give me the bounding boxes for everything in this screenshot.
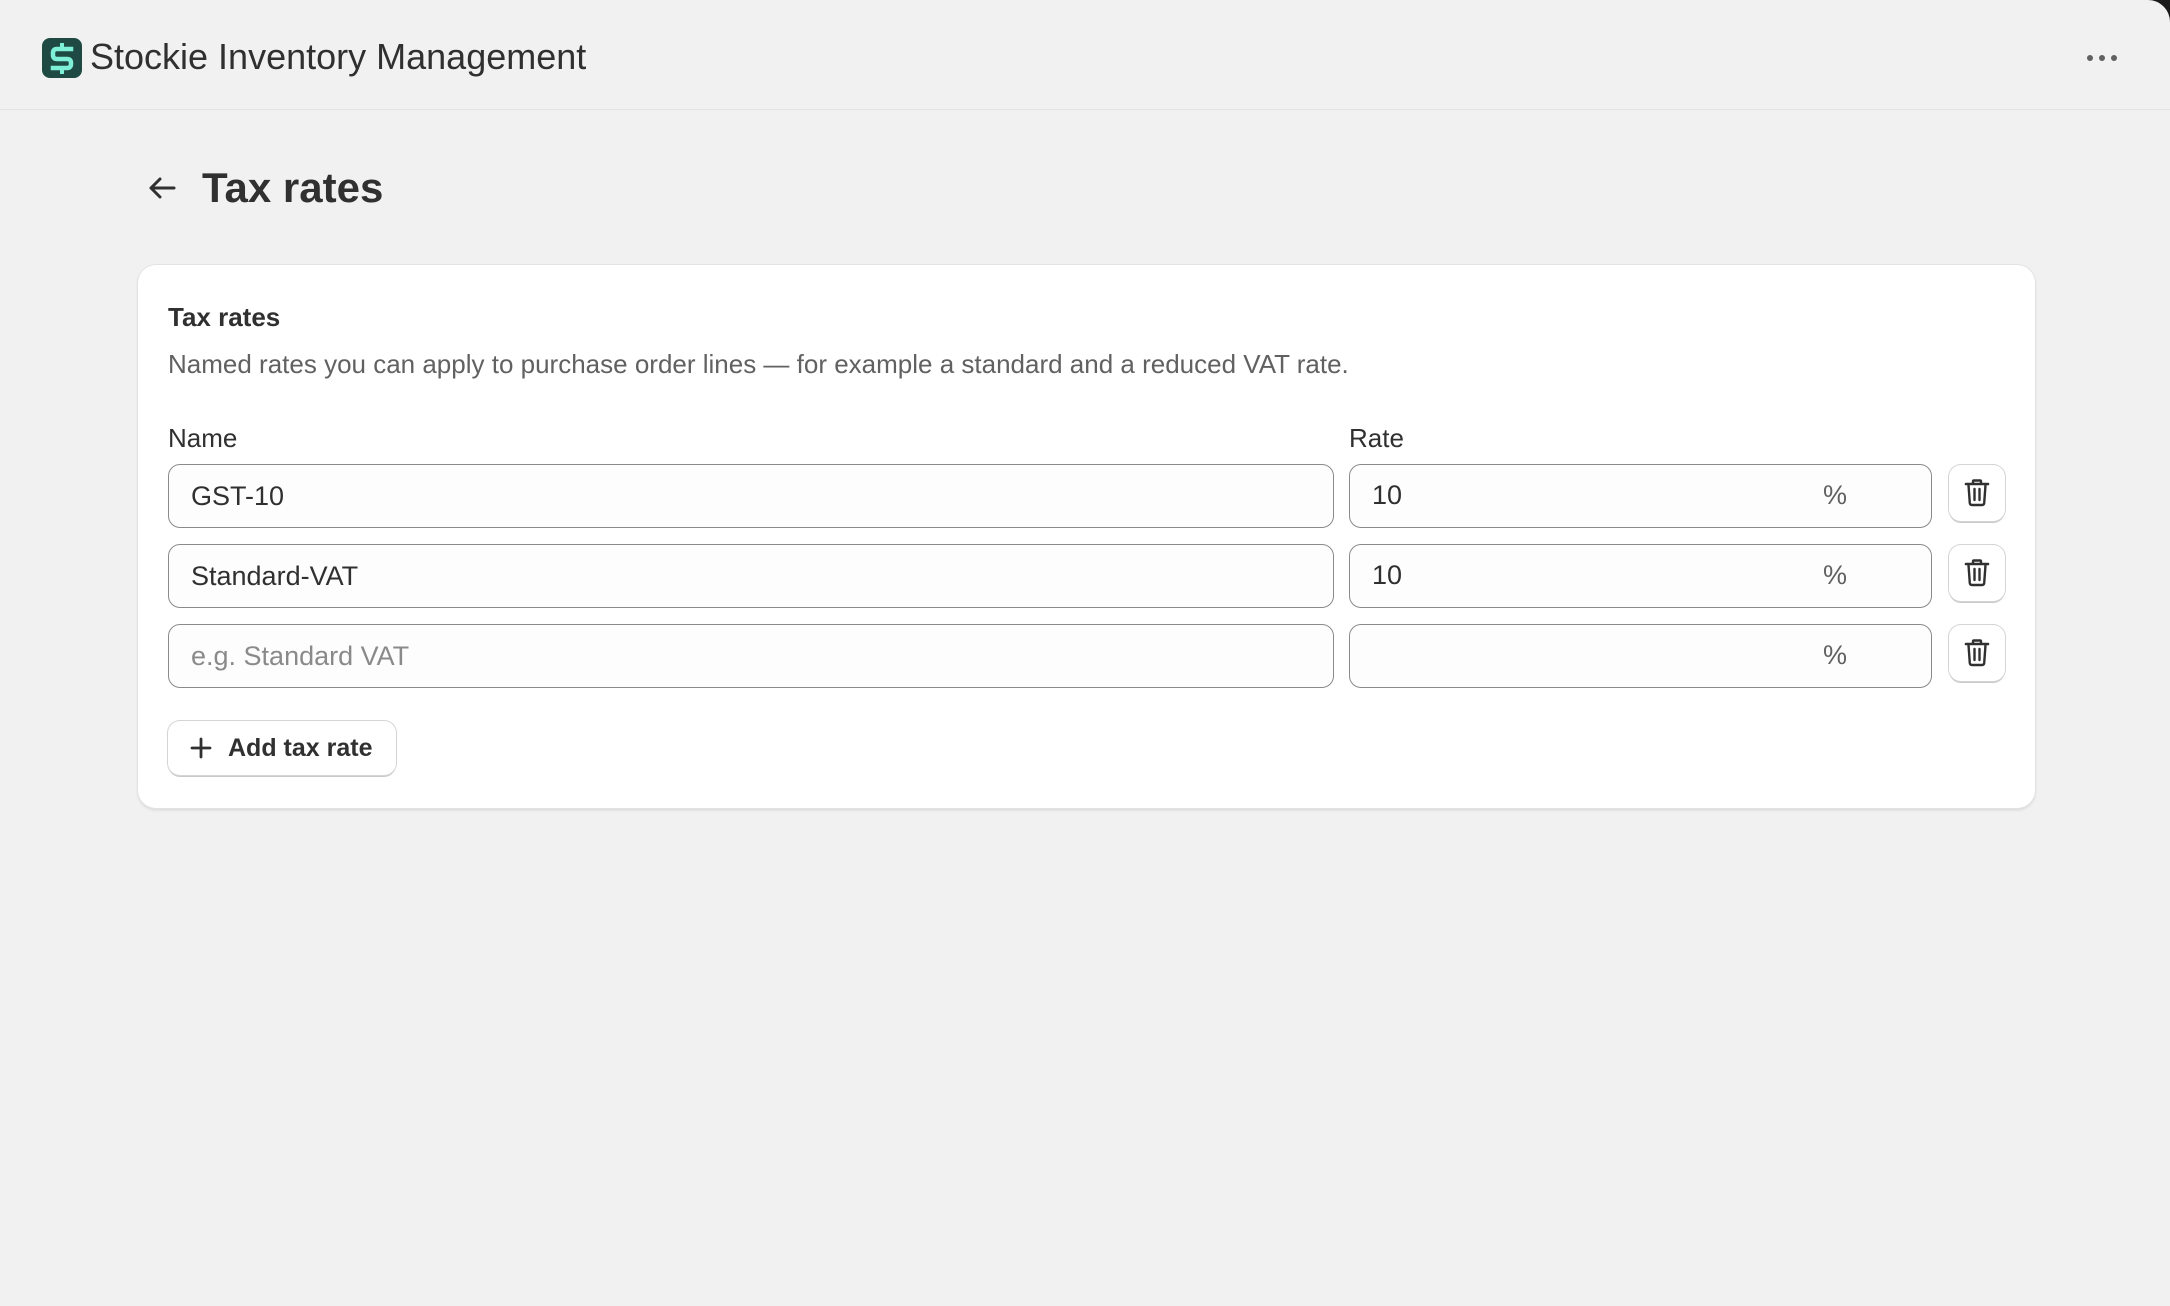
- percent-suffix: %: [1823, 560, 1848, 590]
- tax-name-input[interactable]: [168, 544, 1334, 608]
- trash-icon: [1964, 559, 1990, 587]
- plus-icon: [188, 735, 214, 761]
- name-column-label: Name: [168, 423, 238, 453]
- tax-rate-input[interactable]: [1350, 545, 1790, 606]
- back-button[interactable]: [140, 166, 184, 210]
- rate-field: %: [1349, 624, 1932, 688]
- delete-tax-rate-button[interactable]: [1949, 465, 2005, 521]
- delete-tax-rate-button[interactable]: [1949, 545, 2005, 601]
- more-actions-button[interactable]: [2080, 40, 2124, 76]
- add-tax-rate-button[interactable]: Add tax rate: [168, 721, 397, 775]
- stockie-logo-icon: [42, 38, 82, 78]
- tax-rate-row: %: [168, 624, 2005, 688]
- tax-name-input[interactable]: [168, 464, 1334, 528]
- percent-suffix: %: [1823, 480, 1848, 510]
- tax-rate-row: %: [168, 464, 2005, 528]
- card-description: Named rates you can apply to purchase or…: [168, 349, 1349, 379]
- page-title: Tax rates: [202, 164, 384, 211]
- percent-suffix: %: [1823, 640, 1848, 670]
- rate-field: %: [1349, 464, 1932, 528]
- rate-field: %: [1349, 544, 1932, 608]
- add-tax-rate-label: Add tax rate: [228, 733, 373, 762]
- tax-name-input[interactable]: [168, 624, 1334, 688]
- tax-rate-input[interactable]: [1350, 465, 1790, 526]
- delete-tax-rate-button[interactable]: [1949, 625, 2005, 681]
- arrow-left-icon: [149, 177, 176, 199]
- trash-icon: [1964, 479, 1990, 507]
- app-title: Stockie Inventory Management: [90, 36, 587, 77]
- tax-rates-card: Tax rates Named rates you can apply to p…: [138, 265, 2035, 808]
- trash-icon: [1964, 639, 1990, 667]
- tax-rate-input[interactable]: [1350, 625, 1790, 686]
- ellipsis-icon: [2087, 55, 2117, 61]
- rate-column-label: Rate: [1349, 423, 1404, 453]
- app-window: Stockie Inventory Management Tax rates T…: [0, 0, 2170, 1306]
- card-title: Tax rates: [168, 302, 281, 332]
- app-header: Stockie Inventory Management: [0, 0, 2170, 110]
- tax-rate-row: %: [168, 544, 2005, 608]
